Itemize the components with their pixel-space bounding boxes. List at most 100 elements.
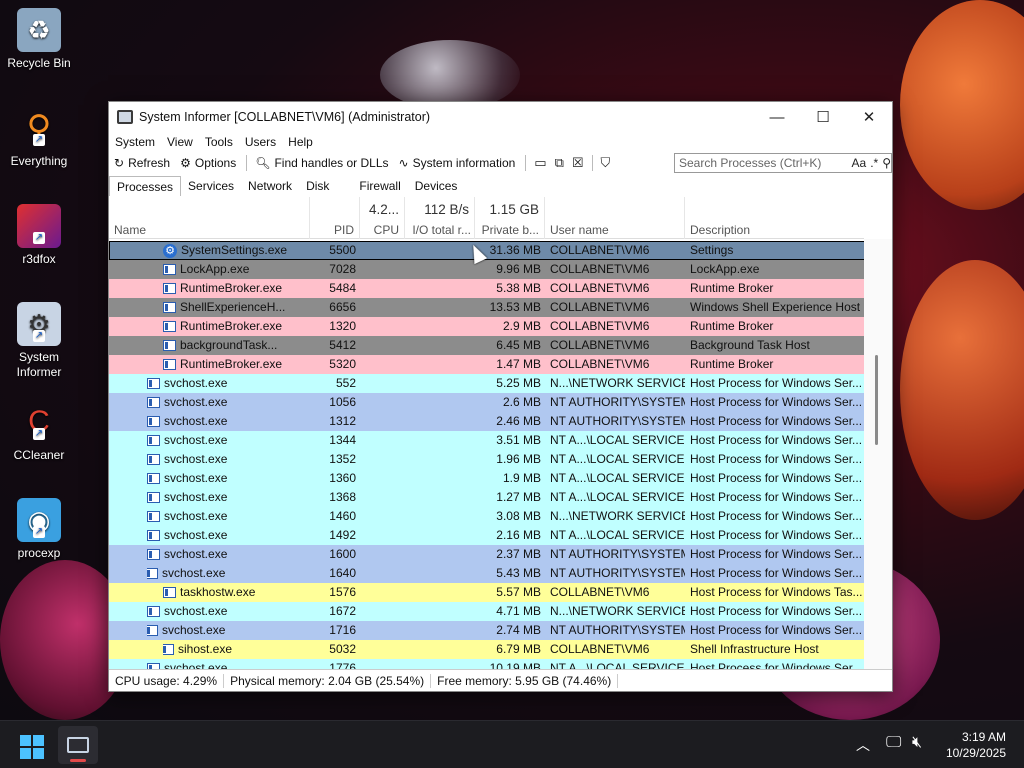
- process-row[interactable]: ⌄svchost.exe 1716 2.74 MB NT AUTHORITY\SYST…: [109, 621, 865, 640]
- window-icon[interactable]: ▭: [534, 155, 546, 171]
- process-window-icon: [163, 321, 176, 332]
- tab-network[interactable]: Network: [241, 176, 299, 196]
- maximize-button[interactable]: ☐: [800, 102, 846, 132]
- toolbar-separator: [591, 155, 593, 171]
- process-row[interactable]: RuntimeBroker.exe 5320 1.47 MB COLLABNET\VM…: [109, 355, 865, 374]
- scrollbar-thumb[interactable]: [875, 355, 878, 445]
- desktop-icon-system-informer[interactable]: ⚙ ↗ System Informer: [0, 302, 78, 380]
- search-icon[interactable]: ⚲: [882, 156, 891, 170]
- menu-view[interactable]: View: [167, 135, 193, 149]
- column-cpu[interactable]: 4.2... CPU: [360, 197, 405, 239]
- desktop-icon-r3dfox[interactable]: ↗ r3dfox: [0, 204, 78, 266]
- process-row[interactable]: taskhostw.exe 1576 5.57 MB COLLABNET\VM6 Hos…: [109, 583, 865, 602]
- menu-tools[interactable]: Tools: [205, 135, 233, 149]
- refresh-button[interactable]: ↻ Refresh: [114, 156, 170, 170]
- regex-toggle[interactable]: .*: [870, 156, 878, 170]
- find-handles-button[interactable]: 🔍︎ Find handles or DLLs: [255, 156, 388, 170]
- process-row[interactable]: svchost.exe 1492 2.16 MB NT A...\LOCAL SERV…: [109, 526, 865, 545]
- desktop-icon-ccleaner[interactable]: C ↗ CCleaner: [0, 400, 78, 462]
- tab-devices[interactable]: Devices: [408, 176, 465, 196]
- process-name: RuntimeBroker.exe: [180, 319, 283, 333]
- process-description: Host Process for Windows Ser...: [690, 566, 863, 580]
- process-description: Runtime Broker: [690, 319, 774, 333]
- column-private-bytes[interactable]: 1.15 GB Private b...: [475, 197, 545, 239]
- search-processes-input[interactable]: Search Processes (Ctrl+K) Aa .* ⚲: [674, 153, 892, 173]
- process-name: svchost.exe: [164, 414, 228, 428]
- process-pid: 5484: [329, 281, 356, 295]
- close-button[interactable]: ✕: [846, 102, 892, 132]
- tab-processes[interactable]: Processes: [109, 176, 182, 196]
- process-row[interactable]: ShellExperienceH... 6656 13.53 MB COLLABNET…: [109, 298, 865, 317]
- process-row[interactable]: svchost.exe 1460 3.08 MB N...\NETWORK SERVI…: [109, 507, 865, 526]
- process-description: Host Process for Windows Ser...: [690, 414, 863, 428]
- process-name-cell: ⚙ SystemSettings.exe: [163, 241, 310, 260]
- volume-muted-icon[interactable]: 🔇︎: [912, 734, 922, 752]
- process-private-bytes: 2.9 MB: [502, 319, 541, 333]
- desktop-icon-recycle-bin[interactable]: ♻ Recycle Bin: [0, 8, 78, 70]
- process-private-bytes: 5.43 MB: [496, 566, 541, 580]
- process-window-icon: [147, 454, 160, 465]
- title-bar[interactable]: System Informer [COLLABNET\VM6] (Adminis…: [109, 102, 892, 132]
- process-row[interactable]: RuntimeBroker.exe 1320 2.9 MB COLLABNET\VM6…: [109, 317, 865, 336]
- tab-firewall[interactable]: Firewall: [352, 176, 407, 196]
- process-row[interactable]: svchost.exe 1368 1.27 MB NT A...\LOCAL SERV…: [109, 488, 865, 507]
- process-row[interactable]: svchost.exe 1672 4.71 MB N...\NETWORK SERVI…: [109, 602, 865, 621]
- tab-services[interactable]: Services: [181, 176, 241, 196]
- tab-disk[interactable]: Disk: [299, 176, 336, 196]
- column-user-name[interactable]: User name: [545, 197, 685, 239]
- process-row[interactable]: svchost.exe 552 5.25 MB N...\NETWORK SERVIC…: [109, 374, 865, 393]
- process-private-bytes: 1.47 MB: [496, 357, 541, 371]
- process-pid: 6656: [329, 300, 356, 314]
- process-name: LockApp.exe: [180, 262, 250, 276]
- options-button[interactable]: ⚙ Options: [180, 156, 236, 170]
- process-private-bytes: 5.25 MB: [496, 376, 541, 390]
- minimize-button[interactable]: —: [754, 102, 800, 132]
- process-pid: 1344: [329, 433, 356, 447]
- menu-help[interactable]: Help: [288, 135, 313, 149]
- column-pid[interactable]: PID: [310, 197, 360, 239]
- process-row[interactable]: svchost.exe 1344 3.51 MB NT A...\LOCAL SERV…: [109, 431, 865, 450]
- column-io-total[interactable]: 112 B/s I/O total r...: [405, 197, 475, 239]
- column-name[interactable]: Name: [109, 197, 310, 239]
- process-row[interactable]: ⌄svchost.exe 1640 5.43 MB NT AUTHORITY\SYST…: [109, 564, 865, 583]
- desktop-icon-label: r3dfox: [22, 252, 56, 266]
- taskbar-system-informer[interactable]: [58, 726, 98, 764]
- match-case-toggle[interactable]: Aa: [852, 156, 867, 170]
- process-row[interactable]: svchost.exe 1352 1.96 MB NT A...\LOCAL SERV…: [109, 450, 865, 469]
- desktop-icon-procexp[interactable]: ◉ ↗ procexp: [0, 498, 78, 560]
- process-row[interactable]: LockApp.exe 7028 9.96 MB COLLABNET\VM6 LockA…: [109, 260, 865, 279]
- shield-icon[interactable]: ⛉: [601, 155, 611, 171]
- clock[interactable]: 3:19 AM 10/29/2025: [946, 729, 1006, 761]
- process-row[interactable]: backgroundTask... 5412 6.45 MB COLLABNET\VM…: [109, 336, 865, 355]
- column-description[interactable]: Description: [685, 197, 865, 239]
- network-icon[interactable]: 🖵︎: [886, 734, 901, 752]
- close-window-icon[interactable]: ☒: [572, 155, 584, 171]
- process-pid: 1460: [329, 509, 356, 523]
- process-user-name: NT AUTHORITY\SYSTEM: [550, 414, 685, 428]
- system-information-button[interactable]: ∿ System information: [399, 156, 516, 170]
- process-name: svchost.exe: [164, 471, 228, 485]
- process-private-bytes: 4.71 MB: [496, 604, 541, 618]
- menu-users[interactable]: Users: [245, 135, 276, 149]
- desktop-icon-everything[interactable]: ⚲ ↗ Everything: [0, 106, 78, 168]
- process-row[interactable]: ›sihost.exe 5032 6.79 MB COLLABNET\VM6 Shell…: [109, 640, 865, 659]
- procexp-icon: ◉ ↗: [17, 498, 61, 542]
- menu-system[interactable]: System: [115, 135, 155, 149]
- process-description: Shell Infrastructure Host: [690, 642, 819, 656]
- start-button[interactable]: [20, 735, 44, 759]
- process-row[interactable]: svchost.exe 1056 2.6 MB NT AUTHORITY\SYSTEM…: [109, 393, 865, 412]
- process-name-cell: RuntimeBroker.exe: [163, 355, 310, 374]
- process-window-icon: [147, 473, 160, 484]
- process-name-cell: ⌄svchost.exe: [147, 564, 310, 583]
- process-row[interactable]: svchost.exe 1312 2.46 MB NT AUTHORITY\SYSTE…: [109, 412, 865, 431]
- find-window-icon[interactable]: ⧉: [555, 155, 564, 171]
- vertical-scrollbar[interactable]: [864, 197, 892, 670]
- process-name-cell: LockApp.exe: [163, 260, 310, 279]
- process-row[interactable]: RuntimeBroker.exe 5484 5.38 MB COLLABNET\VM…: [109, 279, 865, 298]
- process-row[interactable]: svchost.exe 1600 2.37 MB NT AUTHORITY\SYSTE…: [109, 545, 865, 564]
- desktop-icon-label: procexp: [17, 546, 61, 560]
- chevron-up-icon[interactable]: ︿: [856, 735, 870, 755]
- process-user-name: COLLABNET\VM6: [550, 243, 650, 257]
- process-row[interactable]: svchost.exe 1360 1.9 MB NT A...\LOCAL SERVI…: [109, 469, 865, 488]
- window-title: System Informer [COLLABNET\VM6] (Adminis…: [139, 110, 431, 124]
